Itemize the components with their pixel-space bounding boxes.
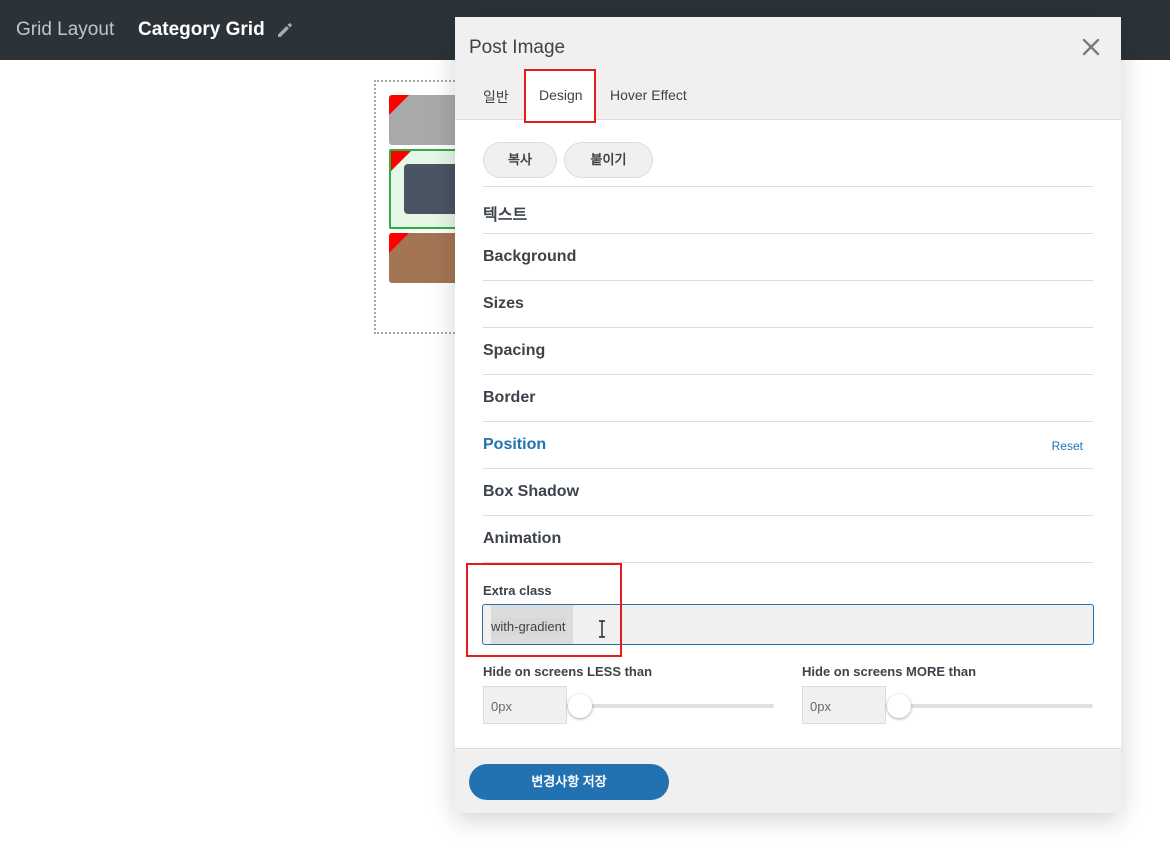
page-title: Category Grid [138, 19, 265, 40]
section-spacing[interactable]: Spacing [483, 327, 1093, 374]
section-box-shadow[interactable]: Box Shadow [483, 468, 1093, 515]
breadcrumb-grid-layout[interactable]: Grid Layout [16, 19, 114, 41]
section-border[interactable]: Border [483, 374, 1093, 421]
section-animation[interactable]: Animation [483, 515, 1093, 562]
close-icon[interactable] [1079, 35, 1103, 59]
hide-more-slider-handle[interactable] [887, 694, 911, 718]
section-label: Border [483, 389, 536, 406]
extra-class-highlight [466, 563, 622, 657]
hide-more-input[interactable]: 0px [802, 686, 886, 724]
section-sizes[interactable]: Sizes [483, 280, 1093, 327]
tab-hover-effect[interactable]: Hover Effect [610, 87, 687, 103]
tab-general[interactable]: 일반 [483, 87, 509, 107]
reset-link[interactable]: Reset [1052, 439, 1083, 453]
modal-header: Post Image 일반 Design Hover Effect [455, 17, 1121, 123]
section-label: Animation [483, 530, 562, 547]
section-label: Box Shadow [483, 483, 580, 500]
hide-less-input[interactable]: 0px [483, 686, 567, 724]
hide-less-slider-track[interactable] [567, 704, 774, 708]
corner-marker [389, 95, 409, 115]
hide-more-slider-track[interactable] [886, 704, 1093, 708]
pencil-icon[interactable] [276, 21, 294, 39]
hide-less-slider-handle[interactable] [568, 694, 592, 718]
modal-title: Post Image [469, 37, 566, 58]
section-label: Spacing [483, 342, 546, 359]
save-changes-button[interactable]: 변경사항 저장 [469, 764, 669, 800]
section-text[interactable]: 텍스트 [483, 186, 1093, 233]
tab-design[interactable]: Design [539, 87, 583, 103]
section-position[interactable]: Position Reset [483, 421, 1093, 468]
section-background[interactable]: Background [483, 233, 1093, 280]
section-label: Position [483, 436, 547, 453]
section-label: Background [483, 248, 577, 265]
copy-button[interactable]: 복사 [483, 142, 557, 178]
section-label: 텍스트 [483, 207, 528, 224]
corner-marker [389, 233, 409, 253]
modal-footer: 변경사항 저장 [455, 748, 1121, 813]
post-image-modal: Post Image 일반 Design Hover Effect 복사 붙이기… [455, 17, 1121, 813]
paste-button[interactable]: 붙이기 [564, 142, 653, 178]
section-label: Sizes [483, 295, 524, 312]
hide-less-label: Hide on screens LESS than [483, 664, 653, 679]
hide-more-label: Hide on screens MORE than [802, 664, 977, 679]
